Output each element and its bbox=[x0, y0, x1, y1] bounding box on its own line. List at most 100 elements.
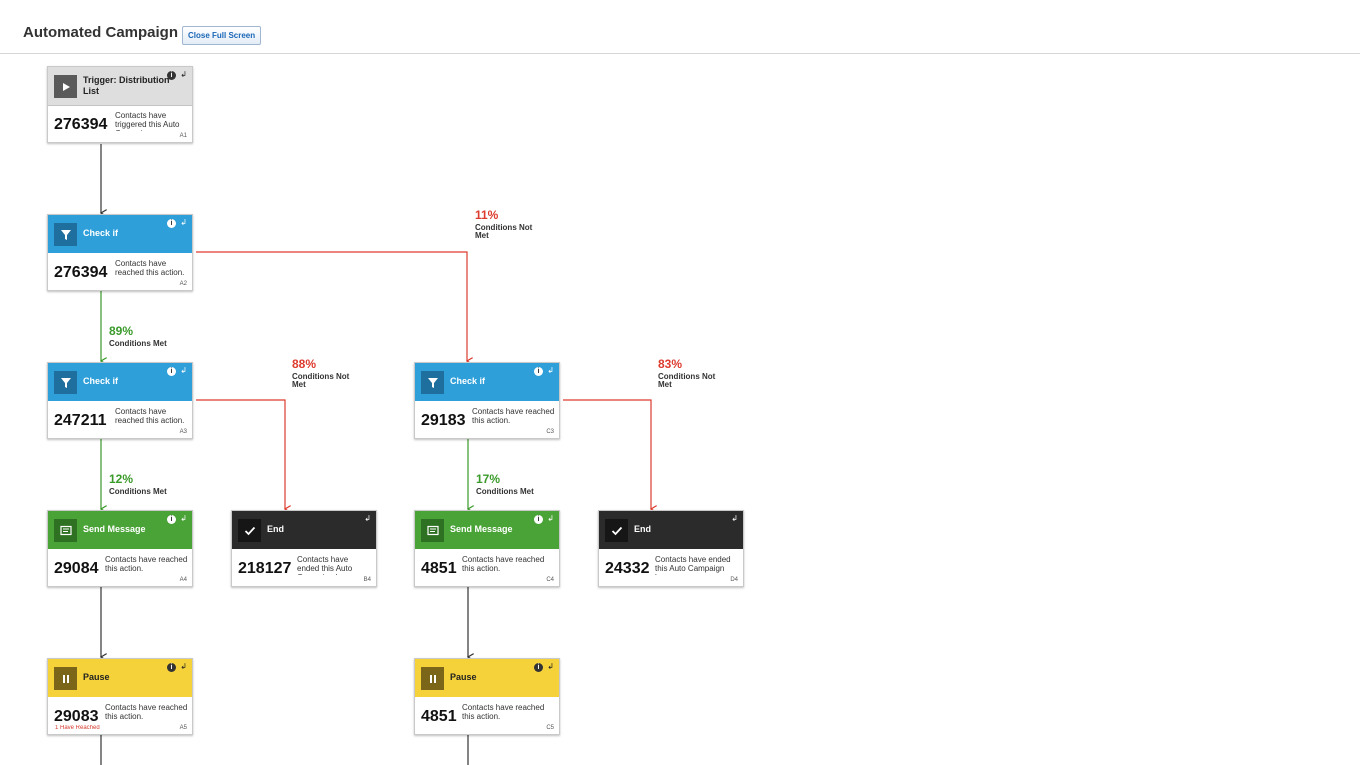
node-code: B4 bbox=[363, 577, 371, 583]
node-a2-check-if[interactable]: Check if i ↲ 276394 Contacts have reache… bbox=[47, 214, 193, 291]
node-description: Contacts have reached this action. bbox=[115, 407, 185, 425]
node-code: A3 bbox=[179, 429, 187, 435]
node-code: A4 bbox=[179, 577, 187, 583]
node-code: D4 bbox=[730, 577, 738, 583]
message-icon bbox=[421, 519, 444, 542]
branch-percent: 11% bbox=[475, 208, 499, 222]
connector-a3-notmet bbox=[196, 399, 285, 509]
node-d4-end[interactable]: End ↲ 24332 Contacts have ended this Aut… bbox=[598, 510, 744, 587]
info-icon[interactable]: i bbox=[534, 663, 543, 672]
message-icon bbox=[54, 519, 77, 542]
node-header: Send Message i ↲ bbox=[48, 511, 192, 549]
node-header: End ↲ bbox=[599, 511, 743, 549]
info-icon[interactable]: i bbox=[534, 367, 543, 376]
node-a1-trigger[interactable]: Trigger: Distribution List i ↲ 276394 Co… bbox=[47, 66, 193, 143]
check-icon bbox=[605, 519, 628, 542]
node-a4-send-message[interactable]: Send Message i ↲ 29084 Contacts have rea… bbox=[47, 510, 193, 587]
node-b4-end[interactable]: End ↲ 218127 Contacts have ended this Au… bbox=[231, 510, 377, 587]
branch-percent: 89% bbox=[109, 324, 134, 338]
expand-icon[interactable]: ↲ bbox=[547, 662, 554, 671]
filter-icon bbox=[54, 223, 77, 246]
node-count: 4851 bbox=[421, 708, 457, 725]
pause-icon bbox=[54, 667, 77, 690]
expand-icon[interactable]: ↲ bbox=[547, 514, 554, 523]
node-count: 29183 bbox=[421, 412, 466, 429]
info-icon[interactable]: i bbox=[167, 367, 176, 376]
node-title: Trigger: Distribution List bbox=[83, 75, 170, 96]
node-a3-check-if[interactable]: Check if i ↲ 247211 Contacts have reache… bbox=[47, 362, 193, 439]
expand-icon[interactable]: ↲ bbox=[180, 218, 187, 227]
info-icon[interactable]: i bbox=[167, 71, 176, 80]
node-description: Contacts have triggered this Auto Campai… bbox=[115, 111, 180, 131]
node-description: Contacts have reached this action. bbox=[105, 703, 188, 721]
node-count: 29084 bbox=[54, 560, 99, 577]
node-c5-pause[interactable]: Pause i ↲ 4851 Contacts have reached thi… bbox=[414, 658, 560, 735]
expand-icon[interactable]: ↲ bbox=[180, 70, 187, 79]
expand-icon[interactable]: ↲ bbox=[364, 514, 371, 523]
expand-icon[interactable]: ↲ bbox=[180, 366, 187, 375]
branch-label-a2-met: 89% Conditions Met bbox=[109, 324, 199, 348]
node-a5-pause[interactable]: Pause i ↲ 29083 Contacts have reached th… bbox=[47, 658, 193, 735]
node-code: A2 bbox=[179, 281, 187, 287]
info-icon[interactable]: i bbox=[534, 515, 543, 524]
node-title: Check if bbox=[450, 376, 486, 386]
node-header: Pause i ↲ bbox=[415, 659, 559, 697]
node-header: End ↲ bbox=[232, 511, 376, 549]
node-code: A1 bbox=[179, 133, 187, 139]
expand-icon[interactable]: ↲ bbox=[547, 366, 554, 375]
node-description: Contacts have reached this action. bbox=[462, 703, 545, 721]
branch-text: Conditions Not Met bbox=[475, 223, 533, 240]
node-code: C3 bbox=[546, 429, 554, 435]
node-count: 276394 bbox=[54, 116, 108, 133]
node-code: C5 bbox=[546, 725, 554, 731]
node-description: Contacts have ended this Auto Campaign h… bbox=[297, 555, 353, 575]
info-icon[interactable]: i bbox=[167, 219, 176, 228]
node-code: A5 bbox=[179, 725, 187, 731]
node-description: Contacts have ended this Auto Campaign h… bbox=[655, 555, 731, 575]
branch-text: Conditions Not Met bbox=[292, 372, 350, 389]
node-title: Pause bbox=[83, 672, 110, 682]
node-count: 276394 bbox=[54, 264, 108, 281]
node-header: Send Message i ↲ bbox=[415, 511, 559, 549]
expand-icon[interactable]: ↲ bbox=[180, 514, 187, 523]
branch-text: Conditions Not Met bbox=[658, 372, 716, 389]
node-title: Check if bbox=[83, 376, 119, 386]
node-description: Contacts have reached this action. bbox=[105, 555, 188, 573]
node-header: Check if i ↲ bbox=[415, 363, 559, 401]
filter-icon bbox=[54, 371, 77, 394]
branch-label-c3-met: 17% Conditions Met bbox=[476, 472, 566, 496]
info-icon[interactable]: i bbox=[167, 515, 176, 524]
branch-text: Conditions Met bbox=[476, 487, 534, 496]
node-title: End bbox=[634, 524, 651, 534]
branch-percent: 83% bbox=[658, 357, 683, 371]
info-icon[interactable]: i bbox=[167, 663, 176, 672]
node-code: C4 bbox=[546, 577, 554, 583]
expand-icon[interactable]: ↲ bbox=[731, 514, 738, 523]
pause-icon bbox=[421, 667, 444, 690]
node-title: Pause bbox=[450, 672, 477, 682]
node-sub-status: 1 Have Reached bbox=[55, 725, 100, 731]
branch-percent: 17% bbox=[476, 472, 501, 486]
branch-text: Conditions Met bbox=[109, 339, 167, 348]
node-c3-check-if[interactable]: Check if i ↲ 29183 Contacts have reached… bbox=[414, 362, 560, 439]
branch-label-a2-notmet: 11% Conditions Not Met bbox=[475, 208, 545, 240]
node-c4-send-message[interactable]: Send Message i ↲ 4851 Contacts have reac… bbox=[414, 510, 560, 587]
node-header: Check if i ↲ bbox=[48, 215, 192, 253]
node-description: Contacts have reached this action. bbox=[115, 259, 185, 277]
branch-text: Conditions Met bbox=[109, 487, 167, 496]
node-header: Trigger: Distribution List i ↲ bbox=[48, 67, 192, 106]
expand-icon[interactable]: ↲ bbox=[180, 662, 187, 671]
node-title: Check if bbox=[83, 228, 119, 238]
check-icon bbox=[238, 519, 261, 542]
node-count: 4851 bbox=[421, 560, 457, 577]
connector-c3-notmet bbox=[563, 399, 651, 509]
node-count: 247211 bbox=[54, 412, 107, 429]
node-title: Send Message bbox=[83, 524, 146, 534]
play-icon bbox=[54, 75, 77, 98]
filter-icon bbox=[421, 371, 444, 394]
node-count: 24332 bbox=[605, 560, 650, 577]
branch-percent: 88% bbox=[292, 357, 317, 371]
branch-label-a3-met: 12% Conditions Met bbox=[109, 472, 199, 496]
branch-label-c3-notmet: 83% Conditions Not Met bbox=[658, 357, 728, 389]
node-count: 29083 bbox=[54, 708, 99, 725]
